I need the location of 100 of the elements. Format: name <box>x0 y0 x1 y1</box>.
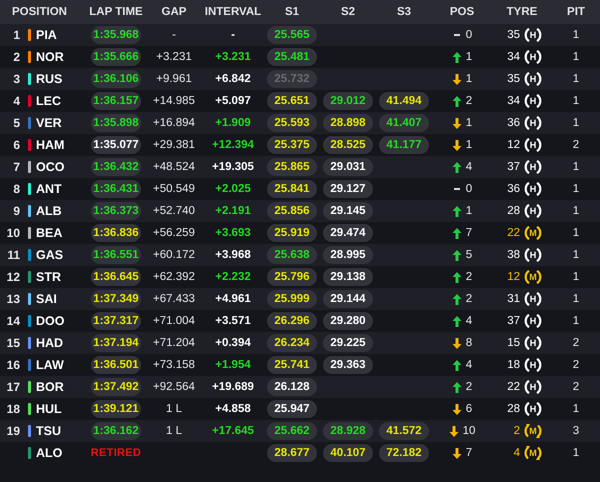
sector-time: 41.572 <box>379 422 429 440</box>
interval-value: +3.231 <box>215 51 251 63</box>
position-change: 6 <box>466 403 472 415</box>
sector-time: 26.128 <box>267 378 317 396</box>
gap-value: +92.564 <box>153 381 195 393</box>
position-number: 5 <box>13 116 21 130</box>
gap-value: +29.381 <box>153 139 195 151</box>
position-number: 1 <box>13 28 21 42</box>
sector-time: 25.947 <box>267 400 317 418</box>
driver-code: STR <box>36 270 62 284</box>
driver-code: GAS <box>36 248 64 262</box>
tyre-laps: 12 <box>506 139 520 151</box>
sector-time: 25.865 <box>267 158 317 176</box>
tyre-laps: 22 <box>506 381 520 393</box>
gap-value: +16.894 <box>153 117 195 129</box>
sector-time: 29.280 <box>323 312 373 330</box>
sector-time: 25.999 <box>267 290 317 308</box>
driver-code: ANT <box>36 182 63 196</box>
tyre-laps: 18 <box>506 359 520 371</box>
pit-count: 1 <box>572 51 580 63</box>
sector-time: 29.031 <box>323 158 373 176</box>
gap-value: +48.524 <box>153 161 195 173</box>
tyre-compound: H <box>524 246 542 264</box>
tyre-laps: 28 <box>506 403 520 415</box>
interval-value: - <box>231 29 235 41</box>
tyre-compound: M <box>524 444 542 462</box>
driver-code: BEA <box>36 226 64 240</box>
tyre-compound: H <box>524 356 542 374</box>
sector-time: 25.593 <box>267 114 317 132</box>
sector-time: 25.565 <box>267 26 317 44</box>
tyre-compound: H <box>524 378 542 396</box>
tyre-laps: 36 <box>506 117 520 129</box>
driver-code: RUS <box>36 72 64 86</box>
tyre-laps: 34 <box>506 51 520 63</box>
position-change: 1 <box>466 51 472 63</box>
driver-code: OCO <box>36 160 66 174</box>
sector-time: 28.928 <box>323 422 373 440</box>
interval-value: +2.191 <box>215 205 251 217</box>
tyre-compound: M <box>524 268 542 286</box>
position-number: 10 <box>6 226 21 240</box>
lap-time: 1:35.666 <box>91 48 141 66</box>
column-header: S3 <box>396 6 412 18</box>
tyre-laps: 22 <box>506 227 520 239</box>
position-number: 19 <box>6 424 21 438</box>
sector-time: 25.662 <box>267 422 317 440</box>
column-header: GAP <box>160 6 188 18</box>
sector-time: 72.182 <box>379 444 429 462</box>
driver-code: PIA <box>36 28 58 42</box>
gap-value: +67.433 <box>153 293 195 305</box>
interval-value: +1.954 <box>215 359 251 371</box>
pit-count: 1 <box>572 447 580 459</box>
position-change: 2 <box>466 95 472 107</box>
lap-time: 1:36.106 <box>91 70 141 88</box>
sector-time: 29.144 <box>323 290 373 308</box>
tyre-compound: H <box>524 158 542 176</box>
retired-status: RETIRED <box>90 447 142 459</box>
position-change: 0 <box>466 29 472 41</box>
sector-time: 28.898 <box>323 114 373 132</box>
position-number: 9 <box>13 204 21 218</box>
sector-time: 41.177 <box>379 136 429 154</box>
tyre-compound: H <box>524 26 542 44</box>
lap-time: 1:36.836 <box>91 224 141 242</box>
position-number: 6 <box>13 138 21 152</box>
column-header: S2 <box>340 6 356 18</box>
gap-value: 1 L <box>166 425 182 437</box>
lap-time: 1:36.162 <box>91 422 141 440</box>
sector-time: 29.474 <box>323 224 373 242</box>
driver-code: ALB <box>36 204 63 218</box>
pit-count: 3 <box>572 425 580 437</box>
lap-time: 1:36.501 <box>91 356 141 374</box>
tyre-compound: H <box>524 114 542 132</box>
sector-time: 41.494 <box>379 92 429 110</box>
position-change: 7 <box>466 447 472 459</box>
tyre-laps: 31 <box>506 293 520 305</box>
lap-time: 1:37.492 <box>91 378 141 396</box>
position-number: 16 <box>6 358 21 372</box>
position-change: 2 <box>466 271 472 283</box>
sector-time: 25.651 <box>267 92 317 110</box>
sector-time: 26.234 <box>267 334 317 352</box>
interval-value: +2.025 <box>215 183 251 195</box>
position-number: 17 <box>6 380 21 394</box>
tyre-compound: H <box>524 312 542 330</box>
position-number: 8 <box>13 182 21 196</box>
tyre-compound: H <box>524 48 542 66</box>
driver-code: VER <box>36 116 63 130</box>
tyre-compound: H <box>524 290 542 308</box>
position-change: 10 <box>462 425 476 437</box>
pit-count: 2 <box>572 139 580 151</box>
position-number: 4 <box>13 94 21 108</box>
gap-value: +60.172 <box>153 249 195 261</box>
sector-time: 29.138 <box>323 268 373 286</box>
tyre-compound: H <box>524 92 542 110</box>
column-header: POSITION <box>11 6 67 18</box>
driver-code: LAW <box>36 358 65 372</box>
interval-value: +4.858 <box>215 403 251 415</box>
tyre-laps: 38 <box>506 249 520 261</box>
column-header: LAP TIME <box>88 6 144 18</box>
gap-value: +50.549 <box>153 183 195 195</box>
sector-time: 25.638 <box>267 246 317 264</box>
pit-count: 2 <box>572 359 580 371</box>
